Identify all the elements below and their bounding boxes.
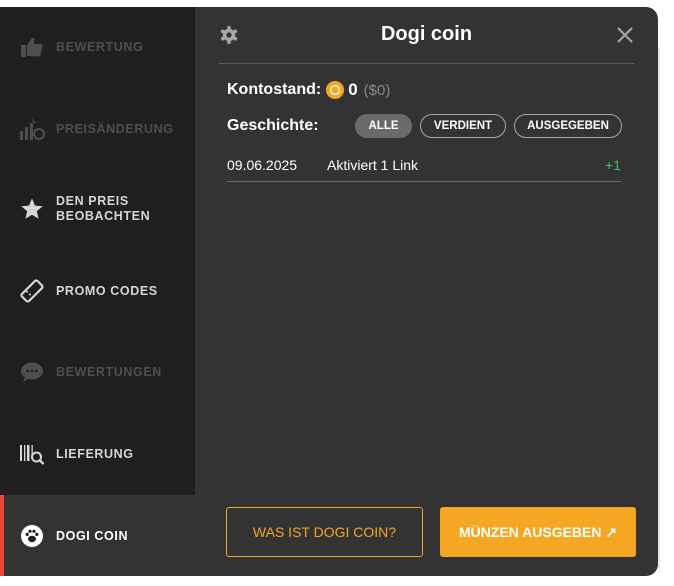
balance-row: Kontostand: 0 ($0) [227,80,390,100]
barcode-search-icon [18,440,46,468]
sidebar-item-lieferung[interactable]: LIEFERUNG [0,436,195,472]
dogi-coin-popup: BEWERTUNG PREISÄNDERUNG DEN PREIS BEOBAC… [0,7,658,576]
list-item: 09.06.2025 Aktiviert 1 Link +1 [227,157,621,181]
balance-value: 0 [348,80,358,99]
history-delta: +1 [605,157,621,173]
sidebar-item-label: DOGI COIN [56,528,129,543]
spend-coins-button[interactable]: MÜNZEN AUSGEBEN ↗ [440,507,636,557]
coin-icon [326,81,345,99]
sidebar-item-label: BEWERTUNG [56,39,144,54]
balance-usd: ($0) [363,81,391,99]
active-indicator [0,495,4,576]
header-divider [219,63,634,64]
sidebar-item-label: PREISÄNDERUNG [56,121,174,136]
star-icon [18,195,46,223]
history-divider [227,181,621,182]
history-description: Aktiviert 1 Link [327,157,419,173]
coin-panel: Dogi coin Kontostand: 0 ($0) Geschichte:… [195,7,658,576]
sidebar-item-promo-codes[interactable]: PROMO CODES [0,273,195,309]
sidebar: BEWERTUNG PREISÄNDERUNG DEN PREIS BEOBAC… [0,7,195,495]
sidebar-item-preisaenderung[interactable]: PREISÄNDERUNG [0,111,195,147]
page-edge [658,48,660,568]
history-filter-row: Geschichte: ALLE VERDIENT AUSGEGEBEN [227,114,630,138]
what-is-dogi-coin-button[interactable]: WAS IST DOGI COIN? [226,507,423,557]
sidebar-item-label: LIEFERUNG [56,446,134,461]
page-title: Dogi coin [380,23,473,45]
filter-ausgegeben-button[interactable]: AUSGEGEBEN [514,114,622,138]
history-date: 09.06.2025 [227,157,298,173]
history-label: Geschichte: [227,117,319,134]
close-icon[interactable] [615,25,635,45]
sidebar-item-bewertung[interactable]: BEWERTUNG [0,29,195,65]
sidebar-item-label: DEN PREIS BEOBACHTEN [56,194,151,223]
ticket-icon [18,277,46,305]
sidebar-item-dogi-coin[interactable]: DOGI COIN [0,495,195,576]
sidebar-item-label: BEWERTUNGEN [56,364,162,379]
sidebar-item-bewertungen[interactable]: BEWERTUNGEN [0,354,195,390]
sidebar-item-den-preis-beobachten[interactable]: DEN PREIS BEOBACHTEN [0,191,195,227]
thumbs-up-icon [18,33,46,61]
price-change-icon [18,115,46,143]
filter-alle-button[interactable]: ALLE [355,114,412,138]
balance-label: Kontostand: [227,81,322,98]
chat-bubble-icon [18,358,46,386]
paw-icon [18,522,46,550]
sidebar-item-label: PROMO CODES [56,283,158,298]
filter-verdient-button[interactable]: VERDIENT [420,114,506,138]
